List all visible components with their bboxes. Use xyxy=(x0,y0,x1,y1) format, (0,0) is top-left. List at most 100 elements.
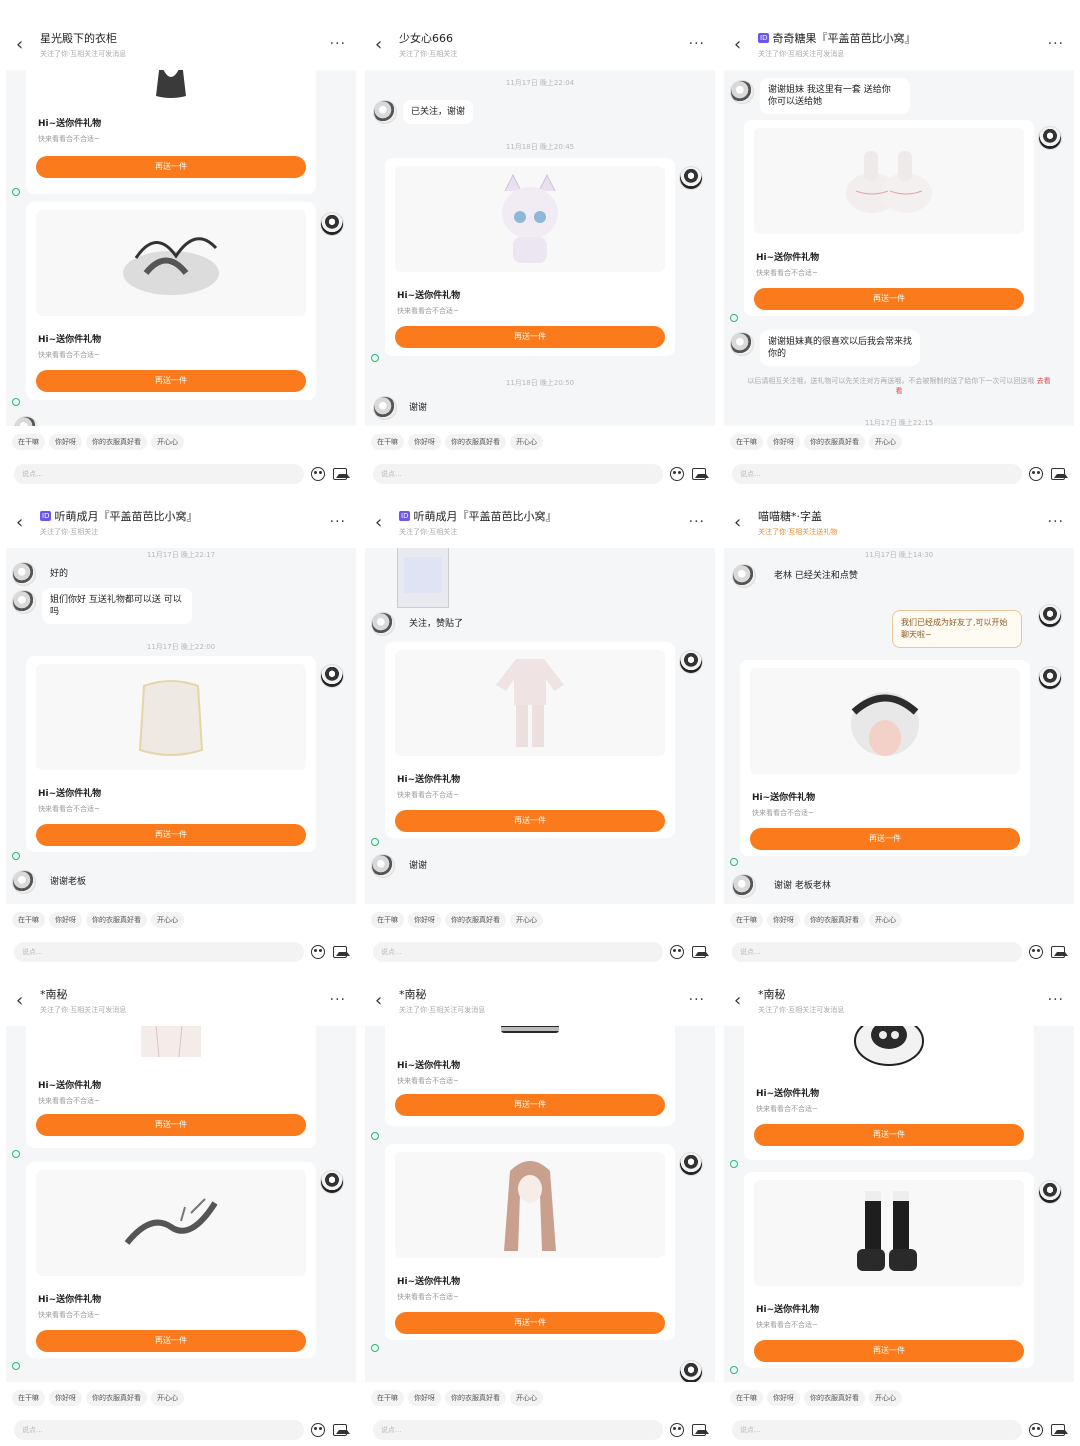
friend-avatar[interactable] xyxy=(732,874,756,898)
back-icon[interactable]: ‹ xyxy=(16,512,36,533)
more-icon[interactable]: ··· xyxy=(689,514,705,530)
send-another-button[interactable]: 再送一件 xyxy=(754,288,1024,310)
friend-avatar[interactable] xyxy=(12,590,36,614)
message-input[interactable]: 说点... xyxy=(732,942,1022,962)
quick-reply-chip[interactable]: 你好呀 xyxy=(767,1390,800,1406)
more-icon[interactable]: ··· xyxy=(330,992,346,1008)
quick-reply-chip[interactable]: 在干嘛 xyxy=(730,912,763,928)
back-icon[interactable]: ‹ xyxy=(375,990,395,1011)
quick-reply-chip[interactable]: 开心心 xyxy=(151,1390,184,1406)
quick-reply-chip[interactable]: 开心心 xyxy=(151,434,184,450)
image-icon[interactable] xyxy=(691,466,709,482)
message-input[interactable]: 说点... xyxy=(373,1420,663,1440)
send-another-button[interactable]: 再送一件 xyxy=(395,1312,665,1334)
friend-avatar[interactable] xyxy=(732,564,756,588)
more-icon[interactable]: ··· xyxy=(330,36,346,52)
emoji-icon[interactable] xyxy=(1028,466,1044,482)
more-icon[interactable]: ··· xyxy=(1048,514,1064,530)
send-another-button[interactable]: 再送一件 xyxy=(36,1330,306,1352)
send-another-button[interactable]: 再送一件 xyxy=(36,370,306,392)
emoji-icon[interactable] xyxy=(310,1422,326,1438)
send-another-button[interactable]: 再送一件 xyxy=(36,824,306,846)
more-icon[interactable]: ··· xyxy=(330,514,346,530)
friend-avatar[interactable] xyxy=(730,332,754,356)
quick-reply-chip[interactable]: 你好呀 xyxy=(408,1390,441,1406)
quick-reply-chip[interactable]: 在干嘛 xyxy=(371,912,404,928)
my-avatar[interactable] xyxy=(679,650,703,674)
send-another-button[interactable]: 再送一件 xyxy=(395,810,665,832)
quick-reply-chip[interactable]: 你的衣服真好看 xyxy=(445,1390,506,1406)
send-another-button[interactable]: 再送一件 xyxy=(750,828,1020,850)
emoji-icon[interactable] xyxy=(310,944,326,960)
more-icon[interactable]: ··· xyxy=(689,36,705,52)
my-avatar[interactable] xyxy=(320,1170,344,1194)
message-input[interactable]: 说点... xyxy=(373,942,663,962)
my-avatar[interactable] xyxy=(320,212,344,236)
send-another-button[interactable]: 再送一件 xyxy=(395,326,665,348)
friend-avatar[interactable] xyxy=(371,612,395,636)
image-icon[interactable] xyxy=(1050,466,1068,482)
back-icon[interactable]: ‹ xyxy=(734,512,754,533)
quick-reply-chip[interactable]: 在干嘛 xyxy=(12,434,45,450)
quick-reply-chip[interactable]: 你的衣服真好看 xyxy=(445,434,506,450)
my-avatar[interactable] xyxy=(1038,604,1062,628)
quick-reply-chip[interactable]: 在干嘛 xyxy=(12,912,45,928)
quick-reply-chip[interactable]: 你好呀 xyxy=(49,434,82,450)
emoji-icon[interactable] xyxy=(1028,1422,1044,1438)
message-input[interactable]: 说点... xyxy=(14,464,304,484)
my-avatar[interactable] xyxy=(679,166,703,190)
back-icon[interactable]: ‹ xyxy=(734,990,754,1011)
emoji-icon[interactable] xyxy=(669,944,685,960)
send-another-button[interactable]: 再送一件 xyxy=(754,1340,1024,1362)
my-avatar[interactable] xyxy=(679,1152,703,1176)
quick-reply-chip[interactable]: 开心心 xyxy=(869,1390,902,1406)
image-icon[interactable] xyxy=(1050,1422,1068,1438)
my-avatar[interactable] xyxy=(320,664,344,688)
send-another-button[interactable]: 再送一件 xyxy=(36,156,306,178)
image-icon[interactable] xyxy=(691,1422,709,1438)
image-icon[interactable] xyxy=(332,1422,350,1438)
quick-reply-chip[interactable]: 开心心 xyxy=(510,1390,543,1406)
quick-reply-chip[interactable]: 在干嘛 xyxy=(371,434,404,450)
quick-reply-chip[interactable]: 开心心 xyxy=(151,912,184,928)
my-avatar[interactable] xyxy=(1038,666,1062,690)
my-avatar[interactable] xyxy=(1038,1180,1062,1204)
quick-reply-chip[interactable]: 你的衣服真好看 xyxy=(445,912,506,928)
emoji-icon[interactable] xyxy=(1028,944,1044,960)
image-icon[interactable] xyxy=(691,944,709,960)
message-input[interactable]: 说点... xyxy=(732,1420,1022,1440)
image-icon[interactable] xyxy=(332,944,350,960)
quick-reply-chip[interactable]: 你的衣服真好看 xyxy=(804,1390,865,1406)
back-icon[interactable]: ‹ xyxy=(375,34,395,55)
quick-reply-chip[interactable]: 你好呀 xyxy=(408,912,441,928)
quick-reply-chip[interactable]: 你好呀 xyxy=(767,912,800,928)
message-input[interactable]: 说点... xyxy=(14,1420,304,1440)
back-icon[interactable]: ‹ xyxy=(375,512,395,533)
shared-screenshot-thumbnail[interactable] xyxy=(397,548,449,608)
quick-reply-chip[interactable]: 你的衣服真好看 xyxy=(86,434,147,450)
friend-avatar[interactable] xyxy=(730,80,754,104)
my-avatar[interactable] xyxy=(679,1360,703,1382)
quick-reply-chip[interactable]: 你的衣服真好看 xyxy=(804,434,865,450)
quick-reply-chip[interactable]: 你好呀 xyxy=(767,434,800,450)
emoji-icon[interactable] xyxy=(669,466,685,482)
quick-reply-chip[interactable]: 在干嘛 xyxy=(730,434,763,450)
friend-avatar[interactable] xyxy=(12,870,36,894)
emoji-icon[interactable] xyxy=(310,466,326,482)
message-input[interactable]: 说点... xyxy=(14,942,304,962)
send-another-button[interactable]: 再送一件 xyxy=(36,1114,306,1136)
quick-reply-chip[interactable]: 你的衣服真好看 xyxy=(86,1390,147,1406)
friend-avatar[interactable] xyxy=(12,562,36,586)
back-icon[interactable]: ‹ xyxy=(16,34,36,55)
friend-avatar[interactable] xyxy=(371,854,395,878)
friend-avatar[interactable] xyxy=(373,396,397,420)
quick-reply-chip[interactable]: 在干嘛 xyxy=(730,1390,763,1406)
quick-reply-chip[interactable]: 你好呀 xyxy=(49,912,82,928)
message-input[interactable]: 说点... xyxy=(732,464,1022,484)
quick-reply-chip[interactable]: 在干嘛 xyxy=(12,1390,45,1406)
quick-reply-chip[interactable]: 你的衣服真好看 xyxy=(804,912,865,928)
send-another-button[interactable]: 再送一件 xyxy=(754,1124,1024,1146)
send-another-button[interactable]: 再送一件 xyxy=(395,1094,665,1116)
quick-reply-chip[interactable]: 开心心 xyxy=(869,434,902,450)
image-icon[interactable] xyxy=(332,466,350,482)
